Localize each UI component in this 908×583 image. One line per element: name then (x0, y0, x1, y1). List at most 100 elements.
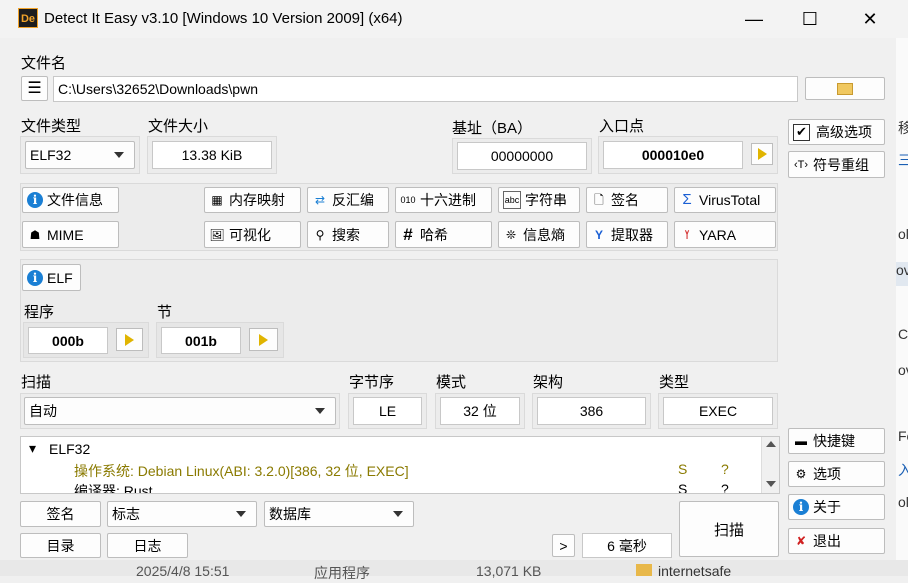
chevron-down-icon (236, 511, 246, 517)
result-row-text[interactable]: 编译器: Rust (74, 481, 153, 493)
shortcuts-button[interactable]: ▬ 快捷键 (788, 428, 885, 454)
bg-char: ol (898, 494, 908, 510)
arrow-right-icon (757, 148, 767, 160)
entropy-icon: ❊ (505, 227, 517, 242)
database-select[interactable]: 数据库 (264, 501, 414, 527)
about-label: 关于 (813, 499, 841, 515)
hash-icon: # (403, 224, 413, 244)
folder-icon (837, 82, 853, 95)
arch-value: 386 (537, 397, 646, 425)
info-icon: i (793, 499, 809, 515)
results-tree[interactable]: ▾ ELF32 操作系统: Debian Linux(ABI: 3.2.0)[3… (20, 436, 780, 494)
file-info-label: 文件信息 (47, 192, 103, 208)
sections-value: 001b (161, 327, 241, 354)
advanced-checkbox[interactable]: ✔ 高级选项 (788, 119, 885, 145)
type-label: 类型 (659, 374, 690, 391)
programs-go-button[interactable] (116, 328, 143, 351)
endian-value: LE (353, 397, 422, 425)
bg-char: 移 (898, 120, 908, 136)
visualize-button[interactable]: 🖼 可视化 (204, 221, 301, 248)
close-icon: ✘ (795, 534, 807, 548)
hash-button[interactable]: # 哈希 (395, 221, 492, 248)
background-explorer-row: 2025/4/8 15:51 应用程序 13,071 KB internetsa… (0, 560, 908, 581)
result-row-text[interactable]: 操作系统: Debian Linux(ABI: 3.2.0)[386, 32 位… (74, 461, 409, 481)
hash-label: 哈希 (420, 226, 448, 243)
endian-label: 字节序 (349, 374, 395, 391)
bg-char: 入 (898, 462, 908, 478)
bg-kind: 应用程序 (314, 565, 370, 581)
programs-value: 000b (28, 327, 108, 354)
memory-map-label: 内存映射 (229, 192, 285, 208)
entropy-label: 信息熵 (523, 226, 565, 243)
extractor-icon: Y (594, 227, 603, 242)
strings-button[interactable]: abc 字符串 (498, 187, 580, 213)
demangle-icon: ‹T› (793, 158, 809, 171)
maximize-button[interactable]: ☐ (790, 6, 830, 32)
file-type-select[interactable]: ELF32 (25, 141, 135, 169)
yara-button[interactable]: ߌ YARA (674, 221, 776, 248)
scan-time: 6 毫秒 (582, 533, 672, 558)
minimize-button[interactable]: — (734, 6, 774, 32)
sections-go-button[interactable] (249, 328, 278, 351)
demangle-button[interactable]: ‹T› 符号重组 (788, 151, 885, 178)
options-button[interactable]: ⚙ 选项 (788, 461, 885, 487)
memory-map-button[interactable]: ▦ 内存映射 (204, 187, 301, 213)
exit-button[interactable]: ✘ 退出 (788, 528, 885, 554)
extractor-button[interactable]: Y 提取器 (586, 221, 668, 248)
bg-char: ov (896, 262, 908, 286)
entry-point-value: 000010e0 (603, 141, 743, 169)
bg-size: 13,071 KB (476, 563, 542, 579)
results-root[interactable]: ELF32 (49, 441, 90, 457)
arrow-right-icon (259, 333, 268, 346)
disasm-label: 反汇编 (332, 192, 374, 208)
elf-tab[interactable]: i ELF (22, 264, 81, 291)
search-label: 搜索 (332, 226, 360, 243)
flags-select[interactable]: 标志 (107, 501, 257, 527)
file-menu-button[interactable]: ☰ (21, 76, 48, 101)
search-button[interactable]: ⚲ 搜索 (307, 221, 389, 248)
gear-icon: ⚙ (795, 467, 807, 481)
mime-button[interactable]: ☗ MIME (22, 221, 119, 248)
file-path-input[interactable]: C:\Users\32652\Downloads\pwn (53, 76, 798, 102)
hex-icon: 010 (400, 195, 416, 205)
signatures-tool-button[interactable]: 🗋 签名 (586, 187, 668, 213)
directory-button[interactable]: 目录 (20, 533, 101, 558)
hex-button[interactable]: 010 十六进制 (395, 187, 492, 213)
entropy-button[interactable]: ❊ 信息熵 (498, 221, 580, 248)
more-button[interactable]: > (552, 534, 575, 557)
signatures-button[interactable]: 签名 (20, 501, 101, 527)
file-info-button[interactable]: i 文件信息 (22, 187, 119, 213)
options-label: 选项 (813, 466, 841, 482)
disasm-button[interactable]: ⇄ 反汇编 (307, 187, 389, 213)
keyboard-icon: ▬ (795, 434, 807, 448)
result-row-q: ? (721, 481, 729, 494)
collapse-icon[interactable]: ▾ (29, 440, 36, 457)
arch-label: 架构 (533, 374, 564, 391)
scan-button[interactable]: 扫描 (679, 501, 779, 557)
close-button[interactable]: ✕ (850, 6, 890, 32)
vertical-scrollbar[interactable] (761, 437, 779, 493)
base-address-value: 00000000 (457, 142, 587, 170)
yara-icon: ߌ (684, 227, 690, 242)
log-button[interactable]: 日志 (107, 533, 188, 558)
image-icon: 🖼 (209, 227, 225, 242)
entry-point-label: 入口点 (599, 118, 645, 135)
file-size-value: 13.38 KiB (152, 141, 272, 169)
programs-label: 程序 (24, 304, 55, 321)
about-button[interactable]: i 关于 (788, 494, 885, 520)
bg-folder: internetsafe (658, 563, 732, 579)
chevron-down-icon (114, 152, 124, 158)
scan-mode-select[interactable]: 自动 (24, 397, 336, 425)
open-file-button[interactable] (805, 77, 885, 100)
virustotal-button[interactable]: Σ VirusTotal (674, 187, 776, 213)
scroll-down-icon[interactable] (766, 481, 776, 487)
mode-label: 模式 (436, 374, 467, 391)
scroll-up-icon[interactable] (766, 441, 776, 447)
arrow-right-icon (125, 333, 134, 346)
scan-label: 扫描 (21, 374, 52, 391)
entry-point-go-button[interactable] (751, 143, 773, 165)
bg-char: ol (898, 226, 908, 242)
info-icon: i (27, 192, 43, 208)
disasm-icon: ⇄ (314, 193, 326, 207)
list-icon: ☰ (27, 79, 42, 97)
